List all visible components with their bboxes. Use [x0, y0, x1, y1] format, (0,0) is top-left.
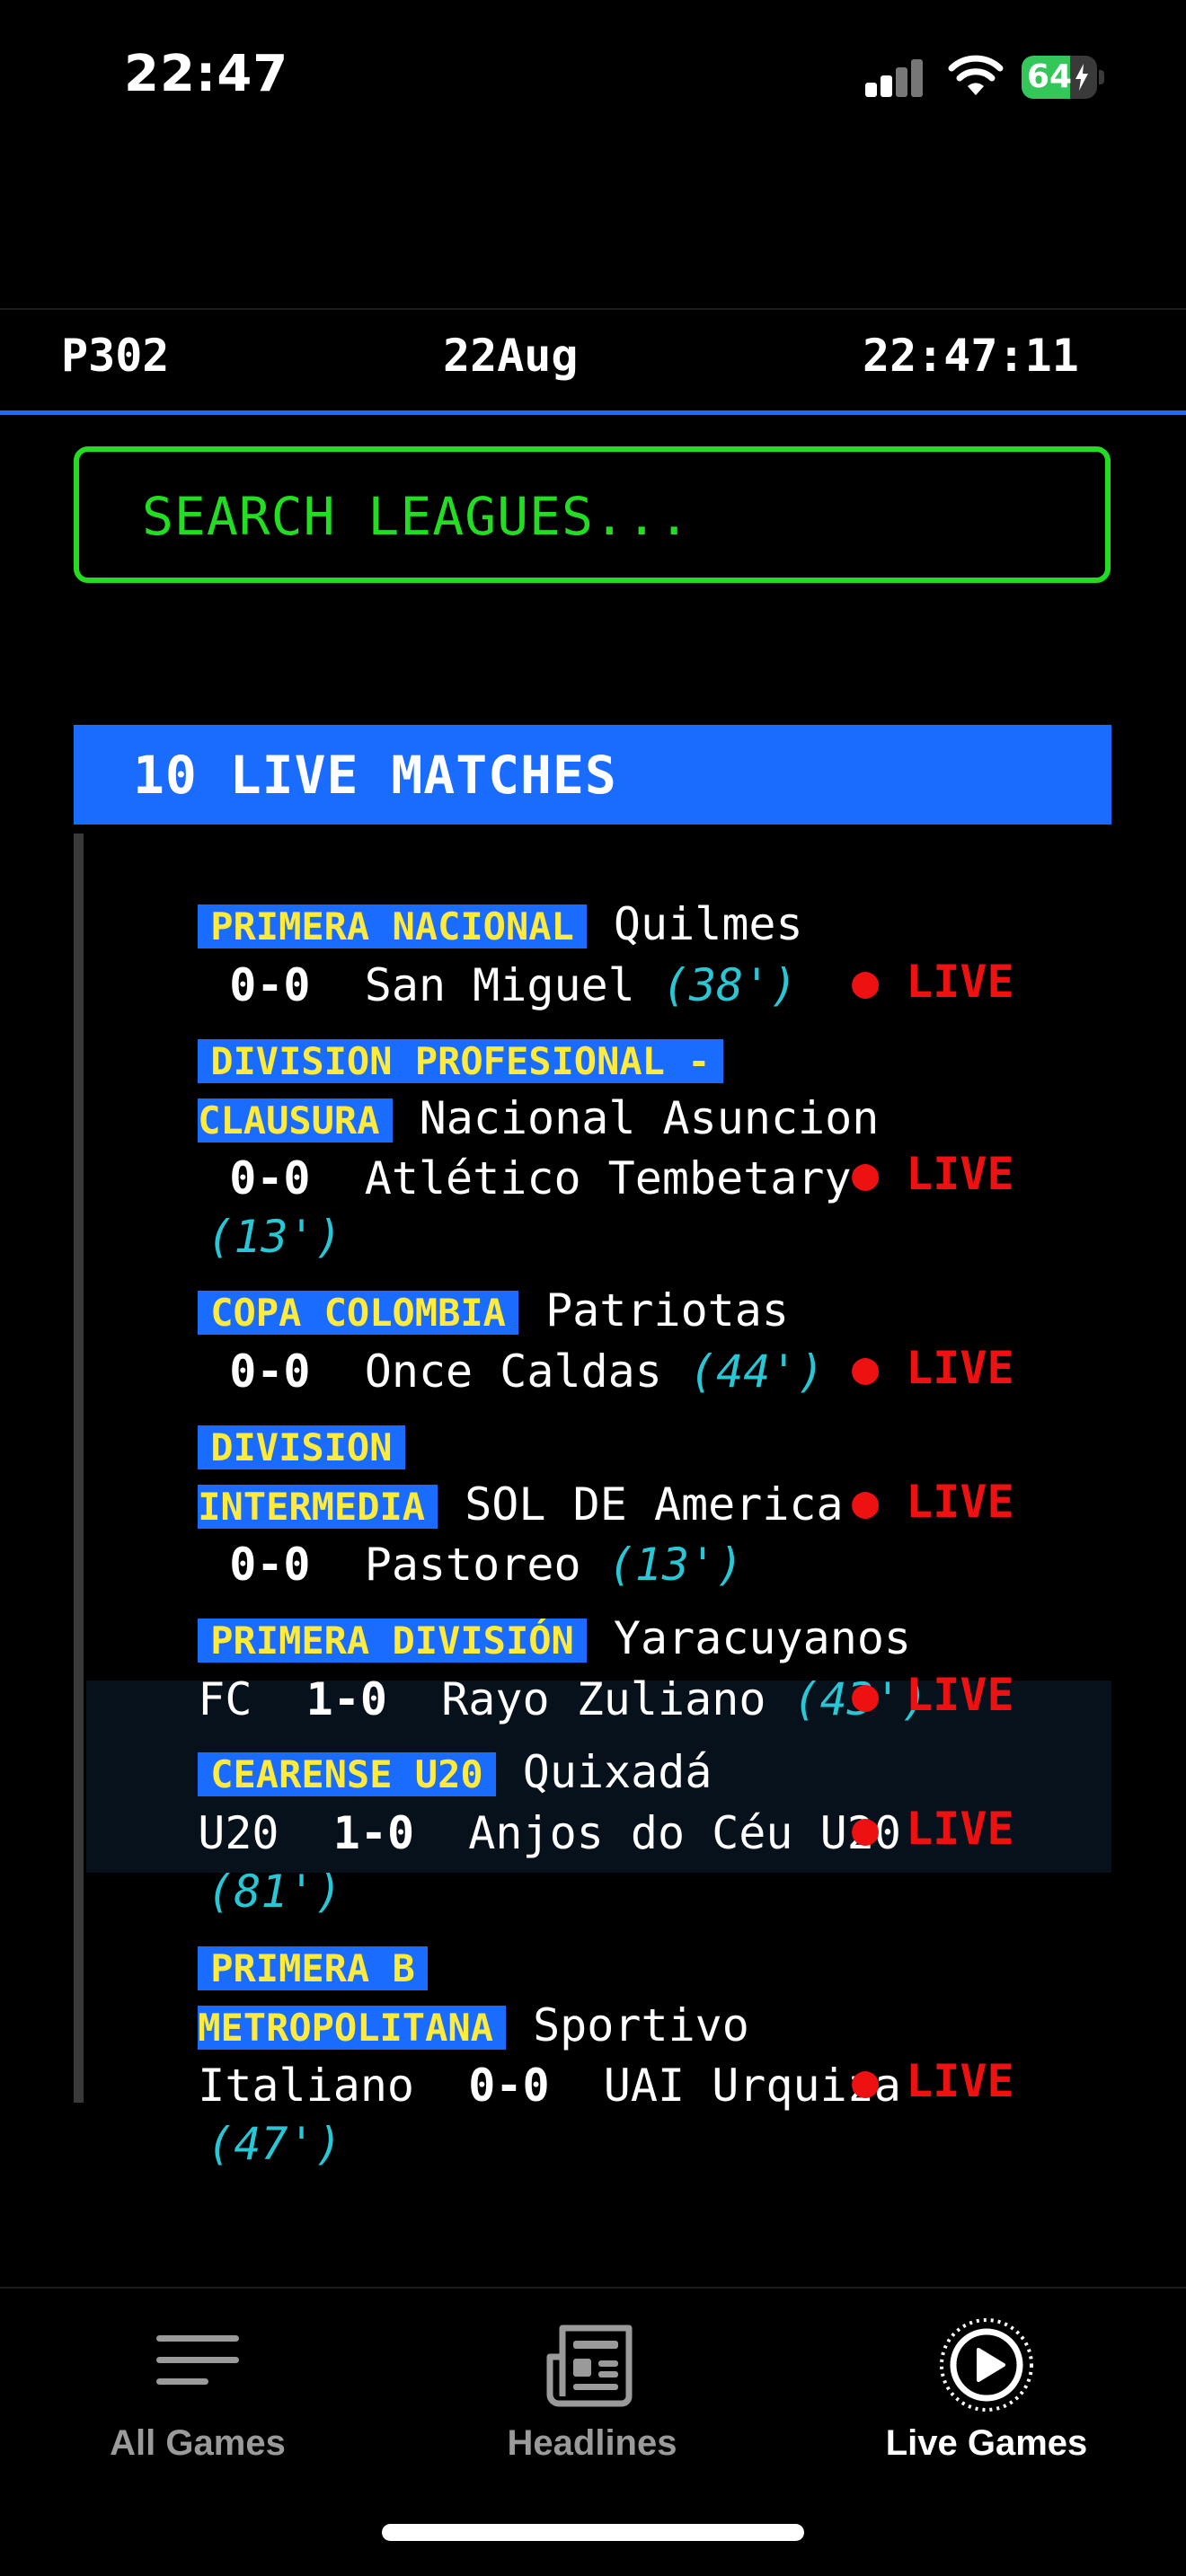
list-icon [156, 2335, 239, 2385]
match-minute: (47') [207, 2118, 342, 2170]
search-box[interactable] [74, 446, 1111, 583]
match-minute: (44') [689, 1345, 825, 1398]
live-indicator: ● LIVE [852, 1476, 1014, 1528]
live-indicator: ● LIVE [852, 1803, 1014, 1855]
search-input[interactable] [142, 481, 1040, 552]
header-divider [0, 410, 1186, 415]
live-indicator: ● LIVE [852, 956, 1014, 1008]
live-indicator: ● LIVE [852, 2055, 1014, 2107]
battery-level: 64 [1027, 58, 1073, 95]
live-matches-banner: 10 LIVE MATCHES [74, 725, 1111, 825]
wifi-icon [948, 55, 1004, 95]
list-rule [74, 834, 84, 2103]
score: 0-0 [468, 2060, 550, 2112]
tab-headlines[interactable]: Headlines [457, 2299, 727, 2479]
header-clock: 22:47:11 [863, 330, 1079, 382]
battery-icon: 64 [1022, 56, 1104, 99]
play-circle-icon [940, 2318, 1033, 2412]
tab-live-games[interactable]: Live Games [852, 2299, 1121, 2479]
signal-icon [865, 59, 925, 97]
away-team: Atlético Tembetary [364, 1152, 852, 1204]
tab-label: Headlines [507, 2423, 677, 2463]
home-indicator[interactable] [382, 2524, 804, 2541]
tab-all-games[interactable]: All Games [63, 2299, 332, 2479]
away-team: Once Caldas [364, 1345, 662, 1398]
tab-label: Live Games [885, 2423, 1088, 2463]
live-indicator: ● LIVE [852, 1342, 1014, 1394]
status-time: 22:47 [124, 45, 289, 103]
page-number: P302 [61, 330, 170, 382]
tab-label: All Games [110, 2423, 286, 2463]
live-matches-title: 10 LIVE MATCHES [133, 745, 617, 806]
live-indicator: ● LIVE [852, 1669, 1014, 1721]
header-date: 22Aug [443, 330, 579, 382]
tabbar-divider [0, 2287, 1186, 2289]
match-row-7-line4: (47') [153, 2055, 342, 2174]
score: 1-0 [332, 1807, 415, 1859]
live-indicator: ● LIVE [852, 1148, 1014, 1200]
teletext-header: P302 22Aug 22:47:11 [0, 310, 1186, 410]
away-team: Anjos do Céu U20 [468, 1807, 901, 1859]
newspaper-icon [546, 2325, 633, 2407]
